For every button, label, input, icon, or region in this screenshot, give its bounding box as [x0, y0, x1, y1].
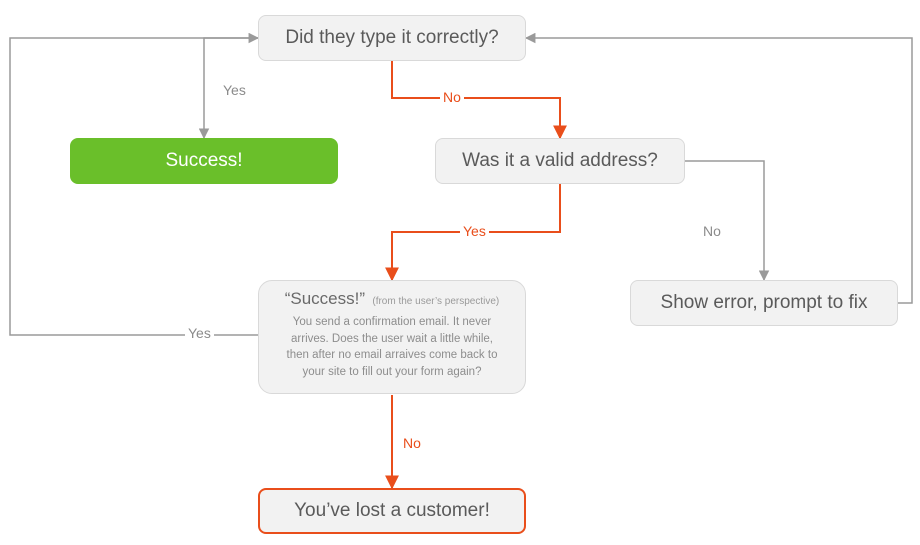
node-show-error: Show error, prompt to fix	[630, 280, 898, 326]
flowchart: Yes No Yes No Yes No Did they type it co…	[0, 0, 920, 545]
edge-fake-yes: Yes	[185, 325, 214, 341]
edge-q1-no: No	[440, 89, 464, 105]
edge-q2-no: No	[700, 223, 724, 239]
node-success: Success!	[70, 138, 338, 184]
node-label: Show error, prompt to fix	[661, 292, 868, 314]
edge-q1-yes: Yes	[220, 82, 249, 98]
connector-lines	[0, 0, 920, 545]
fake-success-sub: (from the user’s perspective)	[372, 296, 499, 307]
node-label: Success!	[165, 150, 242, 172]
fake-success-body: You send a confirmation email. It never …	[273, 314, 511, 385]
edge-fake-no: No	[400, 435, 424, 451]
fake-success-heading: “Success!”	[285, 289, 365, 308]
node-label: You’ve lost a customer!	[294, 500, 490, 522]
node-label: Was it a valid address?	[462, 150, 658, 172]
node-lost-customer: You’ve lost a customer!	[258, 488, 526, 534]
node-typed-correctly: Did they type it correctly?	[258, 15, 526, 61]
node-label: Did they type it correctly?	[285, 27, 498, 49]
edge-q2-yes: Yes	[460, 223, 489, 239]
node-valid-address: Was it a valid address?	[435, 138, 685, 184]
node-fake-success: “Success!” (from the user’s perspective)…	[258, 280, 526, 394]
